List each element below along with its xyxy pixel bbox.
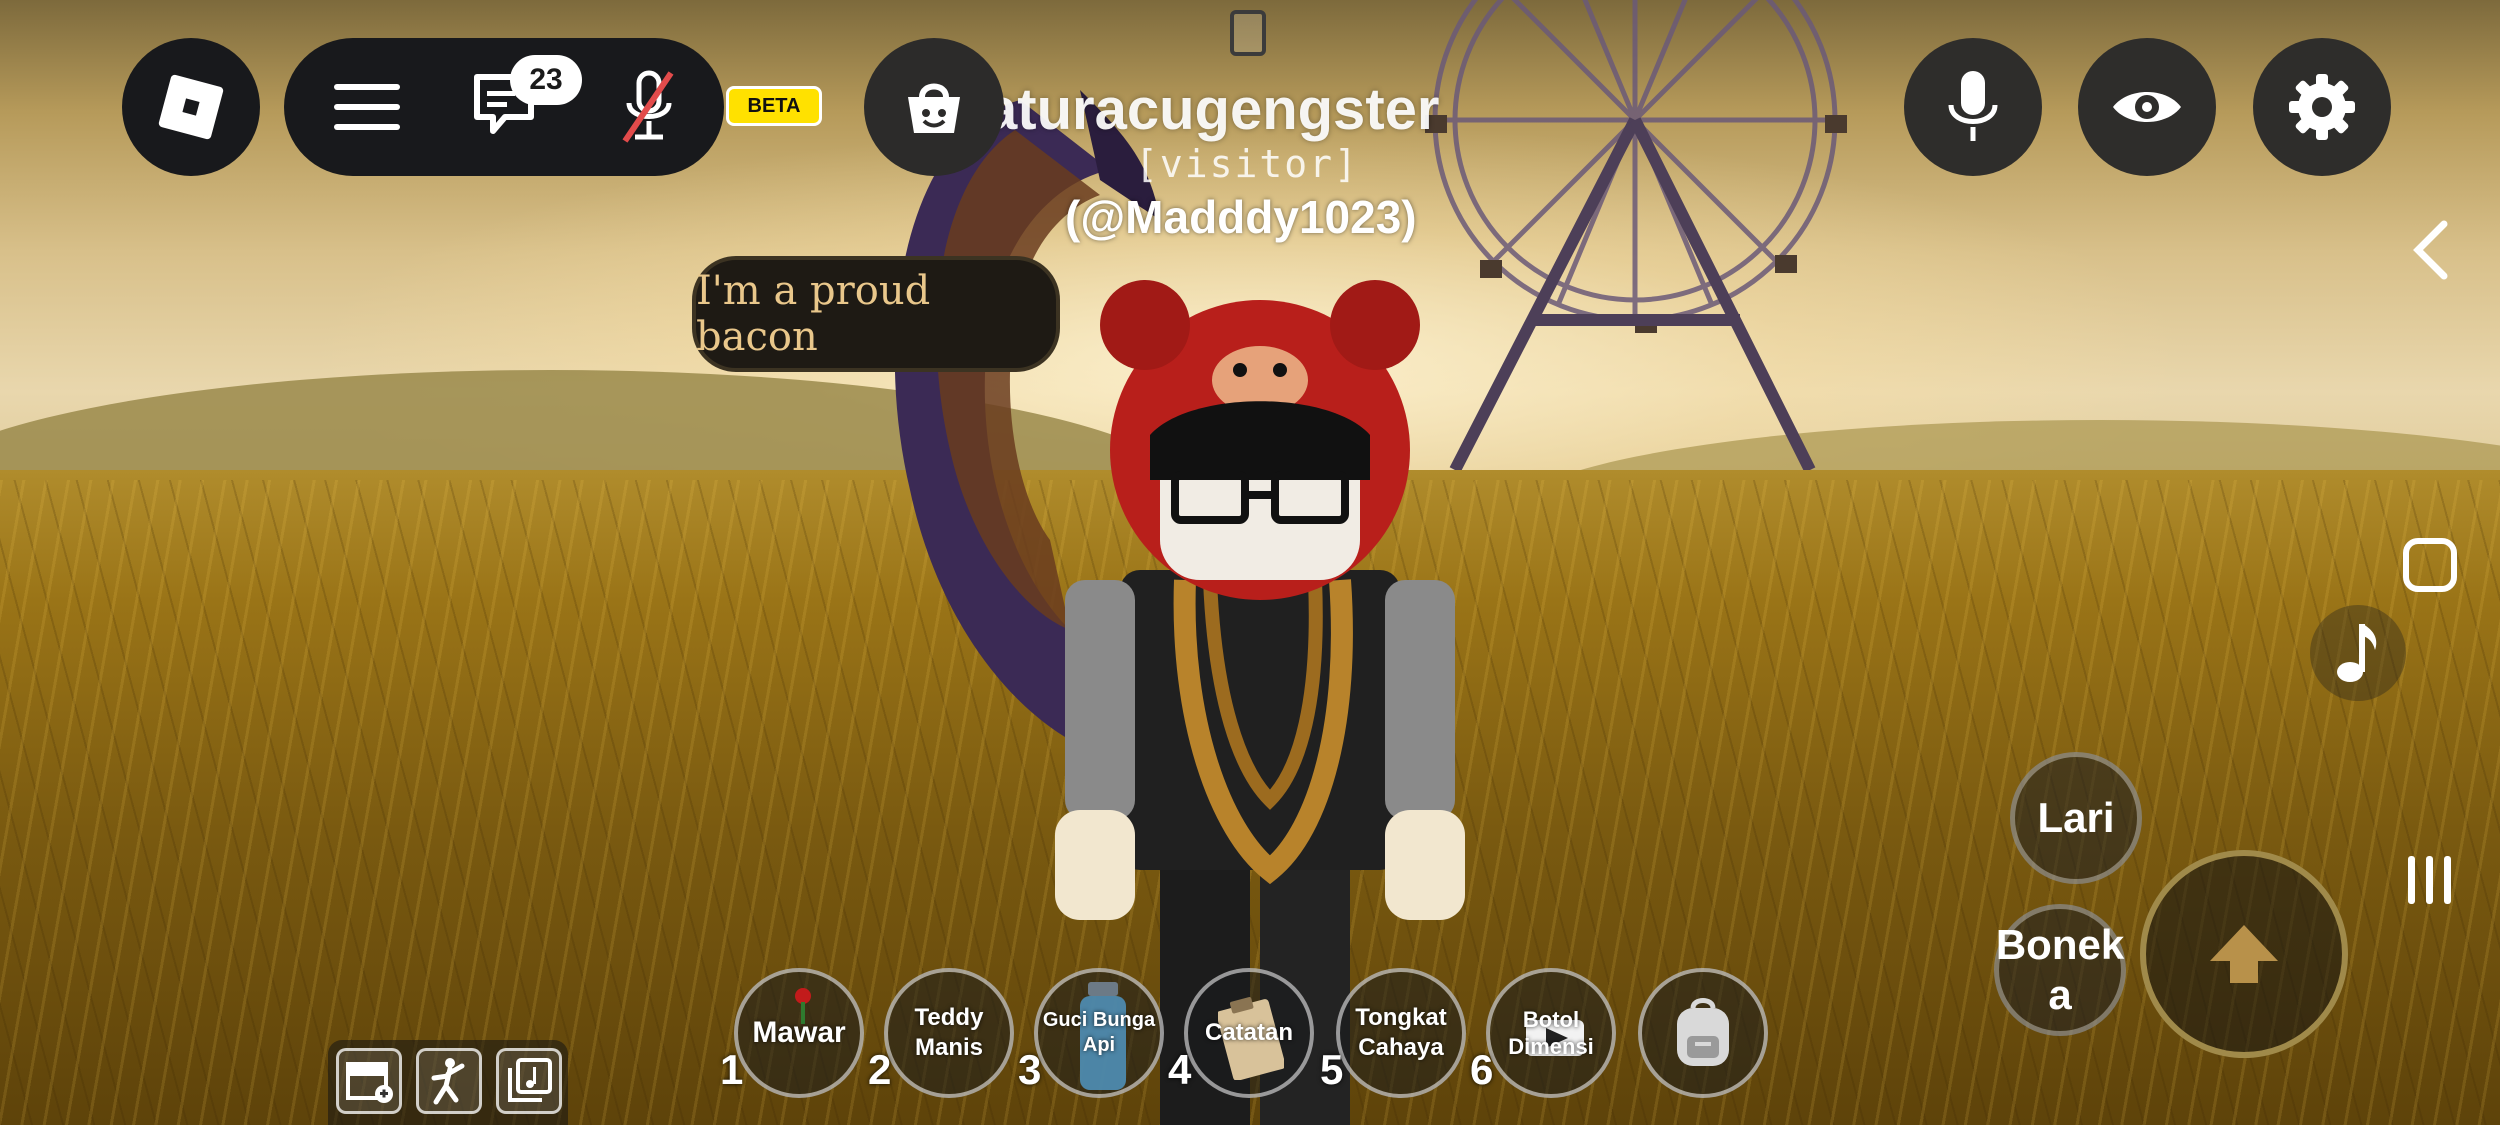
avatar-shop-button[interactable]	[864, 38, 1004, 176]
emote-icon	[431, 1058, 465, 1105]
hotbar-slot-1[interactable]: Mawar	[734, 968, 864, 1098]
gear-icon	[2289, 74, 2355, 140]
shop-add-icon	[346, 1062, 393, 1103]
mic-icon	[1948, 71, 1998, 141]
music-library-button[interactable]	[496, 1048, 562, 1114]
muted-mic-icon	[622, 70, 674, 143]
chevron-left-icon	[2413, 220, 2448, 280]
hotbar-slot-6[interactable]: Botol Dimensi	[1486, 968, 1616, 1098]
toolbar-pill: 23	[284, 38, 724, 176]
hotbar-number: 4	[1168, 1046, 1192, 1093]
jump-button[interactable]	[2140, 850, 2348, 1058]
eye-icon	[2113, 92, 2181, 122]
player-role-tag: [visitor]	[1135, 142, 1359, 186]
chat-bubble: I'm a proud bacon	[692, 256, 1060, 372]
backpack-icon	[1677, 998, 1729, 1066]
collapse-panel-button[interactable]	[2400, 215, 2460, 285]
shopping-bag-icon	[908, 83, 960, 133]
camera-view-button[interactable]	[2078, 38, 2216, 176]
music-note-icon	[2337, 624, 2377, 682]
up-arrow-icon	[2210, 925, 2278, 983]
music-library-icon	[508, 1058, 552, 1102]
roblox-menu-button[interactable]	[122, 38, 260, 176]
hotbar-label: Guci Bunga Api	[1042, 1009, 1156, 1056]
hotbar-number: 1	[720, 1046, 744, 1093]
system-home-button[interactable]	[2395, 530, 2465, 600]
hotbar-label: Teddy Manis	[914, 1004, 984, 1061]
hamburger-menu-icon	[334, 84, 400, 130]
square-icon	[2403, 538, 2457, 592]
roblox-logo-icon	[158, 74, 224, 140]
player-username: (@Madddy1023)	[1065, 191, 1417, 243]
hotbar-slot-4[interactable]: Catatan	[1184, 968, 1314, 1098]
emote-button[interactable]	[416, 1048, 482, 1114]
hotbar-label: Botol Dimensi	[1508, 1006, 1594, 1060]
shop-add-button[interactable]	[336, 1048, 402, 1114]
menu-button[interactable]	[312, 38, 422, 176]
music-toggle-button[interactable]	[2310, 605, 2406, 701]
device-camera-indicator	[1230, 10, 1266, 56]
run-button[interactable]: Lari	[2010, 752, 2142, 884]
chat-unread-badge: 23	[510, 55, 582, 105]
settings-button[interactable]	[2253, 38, 2391, 176]
hotbar-label: Mawar	[752, 1016, 846, 1050]
hotbar-slot-5[interactable]: Tongkat Cahaya	[1336, 968, 1466, 1098]
doll-button[interactable]: Bonek a	[1994, 904, 2126, 1036]
chat-bubble-text: I'm a proud bacon	[696, 268, 931, 360]
hotbar-label: Tongkat Cahaya	[1355, 1004, 1447, 1061]
hotbar-label: Catatan	[1204, 1019, 1294, 1046]
voice-chat-button[interactable]	[1904, 38, 2042, 176]
toggle-mic-button[interactable]	[594, 38, 704, 176]
hotbar-slot-3[interactable]: Guci Bunga Api	[1034, 968, 1164, 1098]
backpack-button[interactable]	[1638, 968, 1768, 1098]
hotbar-slot-2[interactable]: Teddy Manis	[884, 968, 1014, 1098]
system-recent-apps-button[interactable]	[2395, 845, 2465, 915]
recent-apps-icon	[2408, 856, 2451, 904]
player-display-name: aturacugengster	[985, 77, 1440, 142]
beta-badge: BETA	[726, 86, 822, 126]
